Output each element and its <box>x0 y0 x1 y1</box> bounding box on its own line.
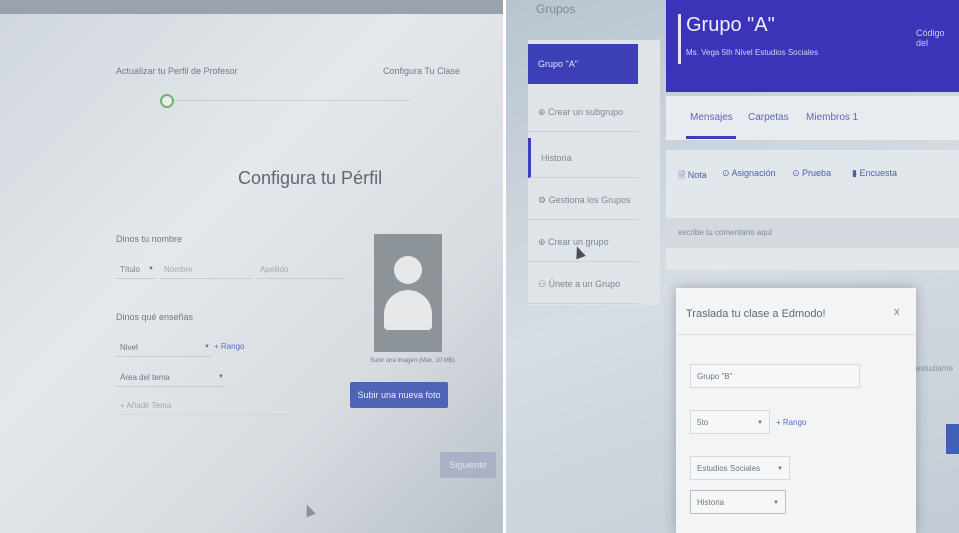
assignment-icon: ⊙ <box>722 168 732 178</box>
mouse-cursor-icon <box>302 502 316 518</box>
profile-setup-panel: Actualizar tu Perfil de Profesor Configu… <box>0 0 503 533</box>
profile-photo-placeholder <box>374 234 442 352</box>
chevron-down-icon: ▼ <box>777 466 783 472</box>
subsubject-select[interactable]: Historia ▼ <box>690 490 786 514</box>
chevron-down-icon: ▼ <box>757 420 763 426</box>
next-button[interactable]: Siguiente <box>440 452 496 478</box>
sidebar-item-group-a[interactable]: Grupo "A" <box>528 44 638 84</box>
teach-label: Dinos qué enseñas <box>116 312 194 322</box>
tabs-bar: Mensajes Carpetas Miembros 1 <box>666 96 959 140</box>
level-select[interactable]: 5to ▼ <box>690 410 770 434</box>
sidebar-item-join-group[interactable]: ⚇ Únete a un Grupo <box>528 264 638 304</box>
quiz-icon: ⊙ <box>792 168 803 178</box>
sidebar-item-manage-groups[interactable]: ⚙ Gestiona los Grupos <box>528 180 638 220</box>
photo-hint: Subir una imagen (Máx. 10 MB) <box>370 358 455 364</box>
tab-members[interactable]: Miembros 1 <box>806 112 858 123</box>
tab-messages[interactable]: Mensajes <box>690 112 733 123</box>
group-subtitle: Ms. Vega 5th Nivel Estudios Sociales <box>686 48 819 57</box>
side-button[interactable] <box>946 424 959 454</box>
progress-step-2-label: Configura Tu Clase <box>383 66 461 76</box>
comment-input[interactable]: escribe tu comentario aquí <box>666 218 959 248</box>
progress-track <box>170 100 410 101</box>
modal-divider <box>676 334 916 335</box>
subject-select[interactable]: Estudios Sociales ▼ <box>690 456 790 480</box>
group-header: Grupo "A" Ms. Vega 5th Nivel Estudios So… <box>666 0 959 92</box>
migrate-class-modal: Traslada tu clase a Edmodo! x Grupo "B" … <box>676 288 916 533</box>
range-link[interactable]: + Rango <box>214 342 244 351</box>
post-tab-quiz[interactable]: ⊙ Prueba <box>792 168 831 179</box>
sidebar-item-create-subgroup[interactable]: ⊕ Crear un subgrupo <box>528 92 638 132</box>
post-tab-assignment[interactable]: ⊙ Asignación <box>722 168 776 179</box>
modal-range-link[interactable]: + Rango <box>776 418 806 427</box>
subject-area-select[interactable]: Área del tema ▼ <box>116 370 226 387</box>
add-subject-input[interactable]: + Añadir Tema <box>116 398 290 415</box>
post-composer: 🗎 Nota ⊙ Asignación ⊙ Prueba ▮ Encuesta … <box>666 150 959 270</box>
panel-divider <box>503 0 506 533</box>
group-code-label: Código del <box>916 28 945 48</box>
tab-active-underline <box>686 136 736 139</box>
avatar-head-icon <box>394 256 422 284</box>
progress-step-1-label: Actualizar tu Perfil de Profesor <box>116 66 238 76</box>
chevron-down-icon: ▼ <box>773 500 779 506</box>
level-select[interactable]: Nivel ▼ <box>116 340 212 357</box>
page-title: Configura tu Pérfil <box>238 168 383 188</box>
name-label: Dinos tu nombre <box>116 234 183 244</box>
group-header-accent <box>678 14 681 64</box>
chevron-down-icon: ▼ <box>204 344 210 350</box>
sidebar-item-historia[interactable]: Historia <box>528 138 638 178</box>
upload-photo-button[interactable]: Subir una nueva foto <box>350 382 448 408</box>
group-panel: Grupos Grupo "A" ⊕ Crear un subgrupo His… <box>506 0 959 533</box>
chevron-down-icon: ▼ <box>148 266 154 272</box>
modal-title: Traslada tu clase a Edmodo! <box>686 308 826 320</box>
groups-header: Grupos <box>536 2 576 16</box>
post-tab-poll[interactable]: ▮ Encuesta <box>852 168 897 179</box>
first-name-input[interactable]: Nombre <box>160 262 252 279</box>
group-name-input[interactable]: Grupo "B" <box>690 364 860 388</box>
avatar-body-icon <box>384 290 432 330</box>
progress-step-1-circle <box>160 94 174 108</box>
side-text: estudiante <box>916 364 953 373</box>
title-select[interactable]: Título ▼ <box>116 262 156 279</box>
screen-top-edge <box>0 0 503 14</box>
tab-folders[interactable]: Carpetas <box>748 112 789 123</box>
last-name-input[interactable]: Apellido <box>256 262 344 279</box>
modal-close-icon[interactable]: x <box>894 306 900 318</box>
chevron-down-icon: ▼ <box>218 374 224 380</box>
note-icon: 🗎 <box>678 170 688 180</box>
post-tab-note[interactable]: 🗎 Nota <box>678 168 707 184</box>
group-title: Grupo "A" <box>686 14 775 36</box>
